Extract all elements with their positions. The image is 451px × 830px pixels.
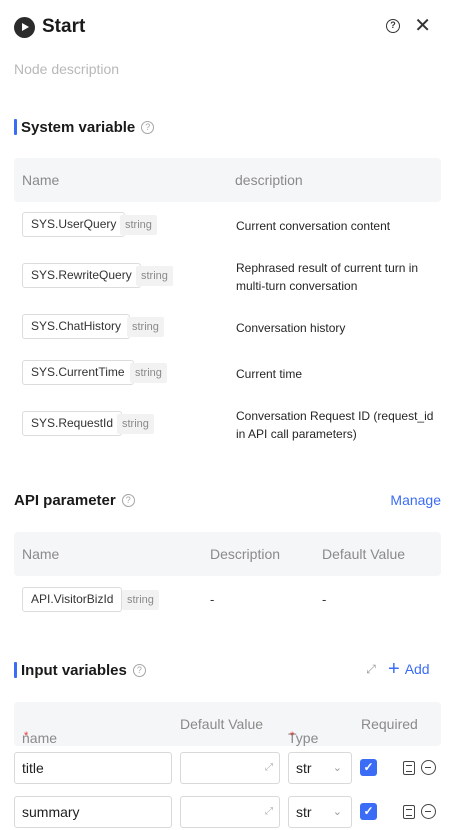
- expand-icon[interactable]: ⤢: [265, 797, 273, 827]
- close-icon[interactable]: ✕: [414, 15, 431, 37]
- question-icon[interactable]: ?: [121, 493, 135, 507]
- variable-name-chip: SYS.RequestId: [22, 411, 123, 436]
- section-title: Input variables: [21, 661, 127, 679]
- parameter-description: -: [210, 592, 215, 607]
- api-parameter-heading: API parameter ?: [14, 490, 135, 510]
- input-variables-table-header: name * Default Value Type * Required: [14, 702, 441, 746]
- type-tag: string: [117, 414, 154, 434]
- expand-icon[interactable]: ⤢: [265, 753, 273, 783]
- column-header-default-value: Default Value: [180, 716, 264, 732]
- column-header-name: Name: [22, 546, 60, 562]
- play-circle-icon: [14, 16, 35, 38]
- api-parameter-table-header: Name Description Default Value: [14, 532, 441, 576]
- variable-name-input[interactable]: title: [14, 752, 172, 784]
- column-header-required: Required: [361, 716, 418, 732]
- required-checkbox[interactable]: ✓: [360, 759, 377, 776]
- column-header-default-value: Default Value: [322, 546, 406, 562]
- system-variable-table-header: Name description: [14, 158, 441, 202]
- type-select-value: str: [296, 804, 312, 820]
- type-select-value: str: [296, 760, 312, 776]
- add-label: Add: [404, 661, 430, 677]
- type-tag: string: [120, 215, 157, 235]
- manage-link[interactable]: Manage: [390, 492, 441, 508]
- section-title: API parameter: [14, 491, 116, 509]
- type-tag: string: [136, 266, 173, 286]
- column-header-name: Name: [22, 172, 60, 188]
- plus-icon: +: [388, 658, 400, 680]
- question-icon[interactable]: ?: [132, 663, 146, 677]
- required-checkbox[interactable]: ✓: [360, 803, 377, 820]
- column-header-description: Description: [210, 546, 281, 562]
- help-icon[interactable]: ?: [386, 19, 400, 33]
- document-icon[interactable]: [403, 805, 415, 819]
- input-variables-heading: Input variables ?: [14, 660, 146, 680]
- panel-header: Start ? ✕: [14, 14, 437, 40]
- variable-description: Conversation Request ID (request_id in A…: [236, 409, 434, 441]
- column-header-description: description: [235, 172, 303, 188]
- question-icon[interactable]: ?: [141, 120, 155, 134]
- type-tag: string: [130, 363, 167, 383]
- parameter-default-value: -: [322, 592, 327, 607]
- remove-circle-icon[interactable]: [421, 804, 436, 819]
- document-icon[interactable]: [403, 761, 415, 775]
- variable-description: Current time: [236, 367, 303, 381]
- default-value-input[interactable]: ⤢: [180, 796, 280, 828]
- type-select[interactable]: str ⌄: [288, 796, 352, 828]
- variable-description: Current conversation content: [236, 219, 391, 233]
- parameter-name-chip: API.VisitorBizId: [22, 587, 123, 612]
- variable-name-input[interactable]: summary: [14, 796, 172, 828]
- type-tag: string: [122, 590, 159, 610]
- variable-description: Conversation history: [236, 321, 346, 335]
- type-select[interactable]: str ⌄: [288, 752, 352, 784]
- variable-name-chip: SYS.RewriteQuery: [22, 263, 141, 288]
- variable-name-chip: SYS.ChatHistory: [22, 314, 131, 339]
- add-variable-button[interactable]: + Add: [388, 658, 430, 680]
- section-title: System variable: [21, 118, 136, 136]
- variable-description: Rephrased result of current turn in mult…: [236, 261, 419, 293]
- remove-circle-icon[interactable]: [421, 760, 436, 775]
- variable-name-chip: SYS.CurrentTime: [22, 360, 134, 385]
- chevron-down-icon: ⌄: [332, 762, 342, 774]
- type-tag: string: [127, 317, 164, 337]
- system-variable-heading: System variable ?: [14, 117, 155, 137]
- default-value-input[interactable]: ⤢: [180, 752, 280, 784]
- chevron-down-icon: ⌄: [332, 806, 342, 818]
- panel-title: Start: [42, 16, 86, 37]
- variable-name-chip: SYS.UserQuery: [22, 212, 126, 237]
- node-description-input[interactable]: Node description: [14, 61, 119, 77]
- expand-icon[interactable]: ⤢: [364, 662, 378, 676]
